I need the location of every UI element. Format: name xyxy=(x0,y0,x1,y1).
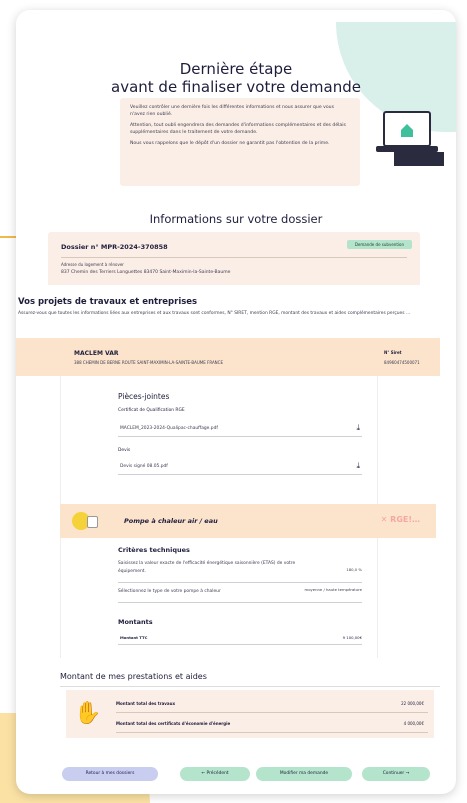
download-icon[interactable]: ⤓ xyxy=(356,423,360,433)
amounts-heading: Montants xyxy=(118,618,153,626)
criteria-row-type: Sélectionnez le type de votre pompe à ch… xyxy=(118,587,362,603)
total-cee-label: Montant total des certificats d'économie… xyxy=(116,721,231,726)
devis-file-name[interactable]: Devis signé 08.05.pdf xyxy=(120,464,168,469)
total-works-label: Montant total des travaux xyxy=(116,701,176,706)
pump-type-label: Sélectionnez le type de votre pompe à ch… xyxy=(118,589,221,594)
etas-label: Saisissez la valeur exacte de l'efficaci… xyxy=(118,561,296,574)
previous-button[interactable]: ← Précédent xyxy=(180,767,250,781)
address-label: Adresse du logement à rénover xyxy=(61,262,124,267)
amount-ttc-label: Montant TTC xyxy=(120,635,148,640)
rge-tag: ✕ RGE!… xyxy=(380,515,420,524)
intro-paragraph-1: Veuillez contrôler une dernière fois les… xyxy=(130,105,334,117)
etas-value: 180,0 % xyxy=(346,567,362,572)
projects-heading: Vos projets de travaux et entreprises xyxy=(18,297,198,307)
devis-label: Devis xyxy=(118,448,131,453)
company-name: MACLEM VAR xyxy=(74,350,119,357)
divider xyxy=(61,257,407,258)
download-icon[interactable]: ⤓ xyxy=(356,461,360,471)
attachments-heading: Pièces-jointes xyxy=(118,392,170,401)
summary-heading: Montant de mes prestations et aides xyxy=(60,672,207,681)
cert-file-name[interactable]: MACLEM_2023-2024-Qualipac-chauffage.pdf xyxy=(120,426,218,431)
intro-notice: Veuillez contrôler une dernière fois les… xyxy=(120,98,360,186)
total-cee-value: 4 000,00€ xyxy=(403,721,424,726)
criteria-heading: Critères techniques xyxy=(118,546,190,554)
company-header: MACLEM VAR 388 CHEMIN DE BERNE ROUTE SAI… xyxy=(16,338,440,376)
projects-description: Assurez-vous que toutes les informations… xyxy=(18,311,411,316)
siret-label: N° Siret xyxy=(384,350,402,355)
divider xyxy=(60,686,440,687)
title-line-2: avant de finaliser votre demande xyxy=(111,78,361,96)
status-badge: Demande de subvention xyxy=(346,240,412,249)
devis-file-row[interactable]: Devis signé 08.05.pdf ⤓ xyxy=(118,460,362,475)
laptop-house-icon xyxy=(376,111,444,166)
pump-type-value: moyenne / haute température xyxy=(304,587,362,592)
amount-ttc-row: Montant TTC 9 100,00€ xyxy=(118,632,362,645)
dossier-number: Dossier n° MPR-2024-370858 xyxy=(61,243,168,251)
summary-row-works: Montant total des travaux 22 000,00€ xyxy=(116,696,428,713)
siret-value: 84960474500071 xyxy=(384,360,420,365)
dossier-section-heading: Informations sur votre dossier xyxy=(149,212,323,226)
back-to-dossiers-button[interactable]: Retour à mes dossiers xyxy=(62,767,158,781)
work-item-name: Pompe à chaleur air / eau xyxy=(124,517,218,525)
total-works-value: 22 000,00€ xyxy=(401,701,424,706)
page-title: Dernière étape avant de finaliser votre … xyxy=(16,60,456,96)
modify-request-button[interactable]: Modifier ma demande xyxy=(256,767,352,781)
continue-button[interactable]: Continuer → xyxy=(362,767,430,781)
address-value: 837 Chemin des Terriers Longuettes 83470… xyxy=(61,270,231,275)
dossier-info-box: Dossier n° MPR-2024-370858 Demande de su… xyxy=(48,232,420,290)
summary-box: ✋ Montant total des travaux 22 000,00€ M… xyxy=(66,690,434,738)
heat-pump-unit-icon xyxy=(87,516,98,528)
work-item-header: Pompe à chaleur air / eau ✕ RGE!… xyxy=(60,504,436,538)
hand-coin-icon: ✋ xyxy=(74,701,102,726)
summary-row-cee: Montant total des certificats d'économie… xyxy=(116,716,428,733)
criteria-row-etas: Saisissez la valeur exacte de l'efficaci… xyxy=(118,560,362,583)
company-address: 388 CHEMIN DE BERNE ROUTE SAINT-MAXIMIN-… xyxy=(74,360,223,365)
title-line-1: Dernière étape xyxy=(179,60,293,78)
intro-paragraph-3: Nous vous rappelons que le dépôt d'un do… xyxy=(130,141,330,146)
cert-file-row[interactable]: MACLEM_2023-2024-Qualipac-chauffage.pdf … xyxy=(118,422,362,437)
intro-paragraph-2: Attention, tout oubli engendrera des dem… xyxy=(130,123,346,135)
amount-ttc-value: 9 100,00€ xyxy=(342,635,362,640)
cert-label: Certificat de Qualification RGE xyxy=(118,408,185,413)
